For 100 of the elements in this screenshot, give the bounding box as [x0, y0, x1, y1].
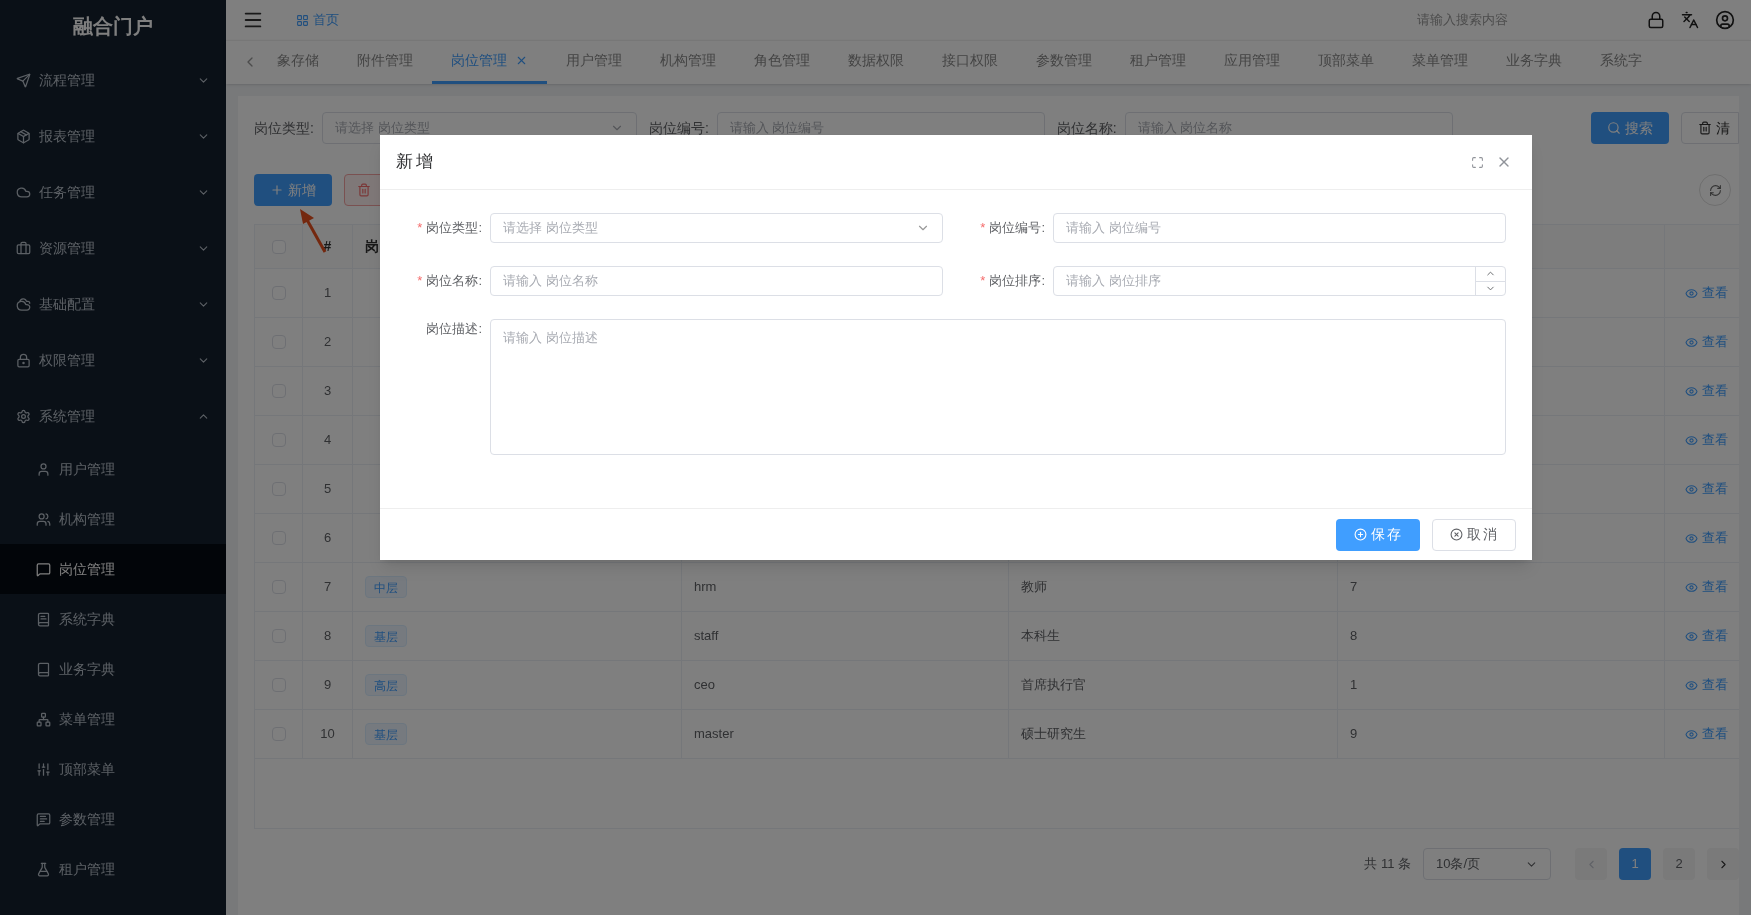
add-button[interactable]: 新增	[254, 174, 332, 206]
field-label: 岗位编号:	[989, 219, 1045, 238]
avatar-icon[interactable]	[1715, 10, 1735, 30]
sidebar-item[interactable]: 报表管理	[0, 108, 226, 164]
sidebar-subitem[interactable]: 顶部菜单	[0, 744, 226, 794]
eye-icon	[1685, 531, 1698, 545]
page-size-select[interactable]: 10条/页	[1423, 848, 1551, 880]
table-cell-text: hrm	[694, 578, 717, 597]
plus-icon	[270, 183, 284, 197]
view-link[interactable]: 查看	[1685, 381, 1728, 401]
eye-icon	[1685, 482, 1698, 496]
page-button[interactable]: 1	[1619, 848, 1651, 880]
dialog-title: 新增	[396, 151, 437, 174]
view-link[interactable]: 查看	[1685, 528, 1728, 548]
view-link[interactable]: 查看	[1685, 430, 1728, 450]
type-tag: 基层	[365, 625, 407, 647]
type-tag: 中层	[365, 576, 407, 598]
sidebar-item[interactable]: 权限管理	[0, 332, 226, 388]
next-page-button[interactable]	[1707, 848, 1739, 880]
prev-page-button[interactable]	[1575, 848, 1607, 880]
trash-icon	[1698, 121, 1712, 135]
input-field[interactable]: 请输入 岗位名称	[490, 266, 943, 296]
row-number: 4	[323, 431, 332, 450]
sidebar-subitem[interactable]: 岗位管理	[0, 544, 226, 594]
row-number: 9	[323, 676, 332, 695]
table-cell-text: 硕士研究生	[1021, 725, 1086, 744]
column-header: 岗	[365, 237, 379, 256]
field-label: 岗位名称:	[1056, 118, 1117, 138]
search-icon	[1607, 121, 1621, 135]
sidebar-subitem[interactable]: 机构管理	[0, 494, 226, 544]
total-count: 共 11 条	[1364, 855, 1411, 874]
eye-icon	[1685, 629, 1698, 643]
sidebar-subitem[interactable]: 系统字典	[0, 594, 226, 644]
sidebar-subitem[interactable]: 业务字典	[0, 644, 226, 694]
row-number: 2	[323, 333, 332, 352]
view-link[interactable]: 查看	[1685, 332, 1728, 352]
table-cell-text: staff	[694, 627, 719, 646]
sidebar-item[interactable]: 流程管理	[0, 52, 226, 108]
view-link[interactable]: 查看	[1685, 479, 1728, 499]
app-title: 融合门户	[73, 14, 153, 39]
translate-icon[interactable]	[1681, 11, 1699, 29]
table-cell-text: 教师	[1021, 578, 1047, 597]
tab[interactable]: 顶部菜单	[1299, 41, 1393, 84]
cancel-button[interactable]: 取消	[1432, 518, 1516, 551]
type-tag: 基层	[365, 723, 407, 745]
required-asterisk: *	[417, 272, 423, 291]
eye-icon	[1685, 433, 1698, 447]
page-button[interactable]: 2	[1663, 848, 1695, 880]
sidebar-item[interactable]: 任务管理	[0, 164, 226, 220]
grid-icon	[296, 13, 309, 27]
tab[interactable]: 系统字	[1581, 41, 1661, 84]
table-cell-text: ceo	[694, 676, 715, 695]
sidebar-item[interactable]: 系统管理	[0, 388, 226, 444]
input-field[interactable]: 请输入 岗位编号	[1053, 213, 1506, 243]
eye-icon	[1685, 580, 1698, 594]
required-asterisk: *	[980, 272, 986, 291]
row-number: 10	[320, 725, 335, 744]
row-number: 3	[323, 382, 332, 401]
sidebar-item[interactable]: 资源管理	[0, 220, 226, 276]
lock-icon[interactable]	[1647, 11, 1665, 29]
view-link[interactable]: 查看	[1685, 724, 1728, 744]
view-link[interactable]: 查看	[1685, 283, 1728, 303]
table-cell-text: 本科生	[1021, 627, 1060, 646]
tab[interactable]: 岗位管理	[432, 41, 547, 84]
view-link[interactable]: 查看	[1685, 675, 1728, 695]
sidebar-subitem[interactable]: 参数管理	[0, 794, 226, 844]
table-cell-text: 首席执行官	[1021, 676, 1086, 695]
tab[interactable]: 象存储	[258, 41, 338, 84]
table-cell-text: master	[694, 725, 734, 744]
field-label: 岗位排序:	[989, 272, 1045, 291]
sidebar-subitem[interactable]: 租户管理	[0, 844, 226, 894]
close-icon[interactable]	[515, 54, 528, 67]
save-button[interactable]: 保存	[1336, 518, 1420, 551]
eye-icon	[1685, 286, 1698, 300]
row-number: 1	[323, 284, 332, 303]
row-number: 8	[323, 627, 332, 646]
column-header: #	[323, 237, 332, 256]
home-link[interactable]: 首页	[296, 10, 339, 30]
textarea-field[interactable]: 请输入 岗位描述	[490, 319, 1506, 455]
sidebar-subitem[interactable]: 用户管理	[0, 444, 226, 494]
view-link[interactable]: 查看	[1685, 626, 1728, 646]
sidebar-subitem[interactable]: 菜单管理	[0, 694, 226, 744]
table-cell-text: 8	[1350, 627, 1358, 646]
close-circle-icon	[1449, 528, 1463, 541]
required-asterisk: *	[417, 219, 423, 238]
table-cell-text: 9	[1350, 725, 1358, 744]
fullscreen-icon[interactable]	[1471, 155, 1484, 169]
required-asterisk: *	[980, 219, 986, 238]
eye-icon	[1685, 727, 1698, 741]
field-label: 岗位描述:	[426, 320, 482, 338]
refresh-icon	[1708, 183, 1722, 197]
row-number: 5	[323, 480, 332, 499]
sidebar-item[interactable]: 基础配置	[0, 276, 226, 332]
trash-icon	[357, 183, 371, 197]
view-link[interactable]: 查看	[1685, 577, 1728, 597]
clear-button[interactable]: 清	[1681, 112, 1739, 144]
select-field[interactable]: 请选择 岗位类型	[490, 213, 943, 243]
field-label: 岗位名称:	[426, 272, 482, 291]
number-field[interactable]: 请输入 岗位排序	[1053, 266, 1506, 296]
search-button[interactable]: 搜索	[1591, 112, 1669, 144]
